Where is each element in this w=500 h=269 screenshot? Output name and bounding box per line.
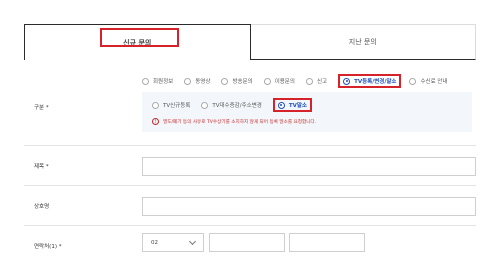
category-option-label: 신고 bbox=[316, 79, 328, 85]
category-option-tv-registration[interactable]: TV등록/변경/말소 bbox=[338, 74, 402, 88]
tab-past-inquiry[interactable]: 지난 문의 bbox=[250, 24, 476, 60]
sub-option-label: TV신규등록 bbox=[163, 103, 191, 109]
category-option-usage[interactable]: 이용문의 bbox=[263, 77, 295, 85]
sub-category-radio-group: TV신규등록 TV대수증감/주소변경 TV말소 bbox=[152, 98, 323, 112]
inquiry-tabs: 신규 문의 지난 문의 bbox=[24, 24, 476, 60]
category-option-broadcast[interactable]: 방송문의 bbox=[221, 77, 253, 85]
radio-icon bbox=[184, 77, 192, 85]
sub-option-tv-new[interactable]: TV신규등록 bbox=[152, 101, 190, 109]
category-option-label: 이용문의 bbox=[274, 79, 295, 85]
category-option-report[interactable]: 신고 bbox=[305, 77, 328, 85]
company-label: 상호명 bbox=[34, 204, 50, 210]
phone-last-input[interactable] bbox=[289, 233, 365, 252]
sub-option-label: TV말소 bbox=[288, 103, 307, 109]
area-code-select[interactable]: 02 bbox=[142, 233, 204, 252]
radio-icon bbox=[409, 77, 417, 85]
sub-option-label: TV대수증감/주소변경 bbox=[212, 103, 262, 109]
category-option-member[interactable]: 회원정보 bbox=[142, 77, 173, 85]
chevron-down-icon bbox=[188, 237, 197, 246]
cancel-warning: ! 멸도/폐기 등의 사유로 TV수상기를 소지하지 않게 되어 등록 말소를 … bbox=[152, 118, 316, 125]
new-inquiry-highlight bbox=[100, 28, 179, 47]
radio-icon bbox=[142, 77, 149, 85]
radio-icon bbox=[201, 101, 209, 109]
cancel-warning-text: 멸도/폐기 등의 사유로 TV수상기를 소지하지 않게 되어 등록 말소를 요청… bbox=[163, 119, 317, 125]
sub-option-tv-change[interactable]: TV대수증감/주소변경 bbox=[201, 101, 262, 109]
category-label: 구분 * bbox=[34, 105, 49, 111]
radio-icon bbox=[221, 77, 229, 85]
radio-icon bbox=[305, 77, 313, 85]
radio-icon bbox=[263, 77, 271, 85]
category-option-label: 방송문의 bbox=[232, 79, 253, 85]
area-code-value: 02 bbox=[151, 239, 158, 246]
category-radio-group: 회원정보 동영상 방송문의 이용문의 신고 TV등록/변경/말소 수신료 안내 bbox=[142, 74, 459, 88]
title-input[interactable] bbox=[142, 157, 476, 176]
category-option-label: TV등록/변경/말소 bbox=[354, 79, 397, 85]
company-input[interactable] bbox=[142, 197, 476, 216]
category-option-label: 수신료 안내 bbox=[420, 79, 448, 85]
category-option-label: 동영상 bbox=[195, 79, 211, 85]
phone-label: 연락처(1) * bbox=[34, 244, 62, 250]
tab-past-inquiry-label: 지난 문의 bbox=[348, 38, 377, 46]
title-label: 제목 * bbox=[34, 164, 49, 170]
category-option-fee-guide[interactable]: 수신료 안내 bbox=[409, 77, 448, 85]
sub-option-tv-cancel[interactable]: TV말소 bbox=[272, 98, 312, 112]
radio-checked-icon bbox=[277, 101, 285, 109]
tab-new-inquiry[interactable]: 신규 문의 bbox=[24, 24, 251, 60]
radio-icon bbox=[152, 101, 159, 109]
radio-checked-icon bbox=[343, 77, 351, 85]
phone-middle-input[interactable] bbox=[209, 233, 285, 252]
category-option-video[interactable]: 동영상 bbox=[184, 77, 210, 85]
warning-icon: ! bbox=[152, 118, 159, 125]
category-option-label: 회원정보 bbox=[153, 79, 174, 85]
